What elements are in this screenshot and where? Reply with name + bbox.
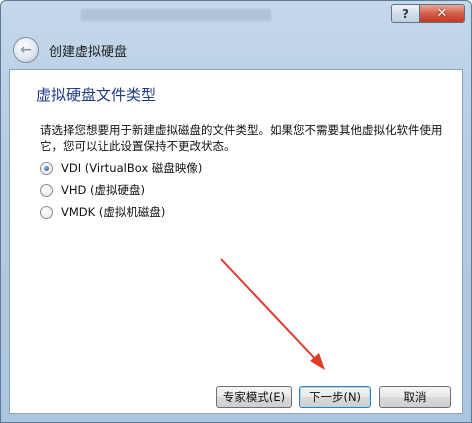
dialog-window: ? ✕ ← 创建虚拟硬盘 虚拟硬盘文件类型 请选择您想要用于新建虚拟磁盘的文件类… bbox=[0, 0, 472, 423]
next-button[interactable]: 下一步(N) bbox=[299, 386, 371, 408]
window-controls: ? ✕ bbox=[391, 4, 465, 23]
back-button[interactable]: ← bbox=[13, 37, 39, 63]
page-heading: 虚拟硬盘文件类型 bbox=[36, 86, 157, 104]
radio-option-vhd[interactable]: VHD (虚拟硬盘) bbox=[40, 182, 145, 198]
radio-label: VDI (VirtualBox 磁盘映像) bbox=[61, 161, 203, 175]
radio-button[interactable] bbox=[40, 205, 53, 219]
close-button[interactable]: ✕ bbox=[420, 5, 464, 22]
radio-button[interactable] bbox=[40, 183, 53, 197]
expert-mode-button[interactable]: 专家模式(E) bbox=[216, 386, 292, 408]
radio-button-checked[interactable] bbox=[40, 161, 53, 175]
back-arrow-icon: ← bbox=[20, 42, 32, 58]
radio-label: VMDK (虚拟机磁盘) bbox=[61, 205, 166, 219]
wizard-page: 虚拟硬盘文件类型 请选择您想要用于新建虚拟磁盘的文件类型。如果您不需要其他虚拟化… bbox=[9, 69, 463, 414]
blurred-window-title bbox=[81, 9, 271, 21]
cancel-button[interactable]: 取消 bbox=[379, 386, 451, 408]
wizard-title: 创建虚拟硬盘 bbox=[49, 45, 128, 60]
radio-option-vmdk[interactable]: VMDK (虚拟机磁盘) bbox=[40, 204, 165, 220]
page-description: 请选择您想要用于新建虚拟磁盘的文件类型。如果您不需要其他虚拟化软件使用它，您可以… bbox=[40, 123, 443, 153]
radio-option-vdi[interactable]: VDI (VirtualBox 磁盘映像) bbox=[40, 160, 202, 176]
wizard-nav-bar: ← 创建虚拟硬盘 bbox=[1, 31, 471, 69]
title-bar: ? ✕ bbox=[1, 1, 471, 31]
help-button[interactable]: ? bbox=[392, 5, 420, 22]
radio-label: VHD (虚拟硬盘) bbox=[61, 183, 145, 197]
